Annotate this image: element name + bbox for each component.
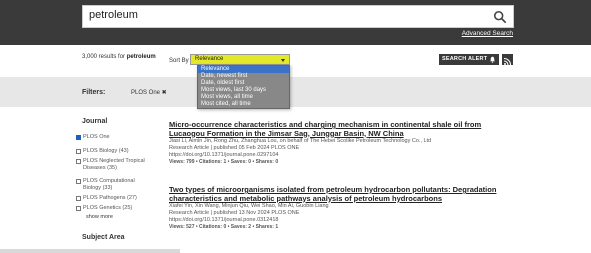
facet-plos-comp-bio[interactable]: PLOS Computational Biology (33): [76, 178, 151, 192]
sort-selected-value: Relevance: [195, 56, 224, 62]
article-item: Two types of microorganisms isolated fro…: [169, 185, 509, 231]
filters-band: Filters: PLOS One ✖: [0, 77, 591, 107]
sort-select[interactable]: Relevance: [190, 54, 290, 65]
checkbox[interactable]: [76, 179, 81, 184]
sort-option-date-newest[interactable]: Date, newest first: [198, 73, 289, 80]
checkbox-checked[interactable]: [76, 135, 81, 140]
search-box[interactable]: [82, 5, 514, 28]
article-item: Micro-occurrence characteristics and cha…: [169, 120, 509, 166]
checkbox[interactable]: [76, 149, 81, 154]
search-icon[interactable]: [493, 10, 507, 24]
rss-button[interactable]: [502, 54, 513, 66]
article-doi[interactable]: https://doi.org/10.1371/journal.pone.029…: [169, 152, 509, 159]
sort-option-date-oldest[interactable]: Date, oldest first: [198, 80, 289, 87]
facet-label: PLOS One: [83, 134, 110, 140]
sort-by-label: Sort By: [169, 58, 189, 64]
article-title-link[interactable]: Micro-occurrence characteristics and cha…: [169, 120, 509, 138]
rss-icon: [503, 57, 512, 66]
article-stats: Views: 527 • Citations: 0 • Saves: 2 • S…: [169, 224, 279, 230]
facet-label: PLOS Computational Biology (33): [83, 178, 135, 191]
facet-label: PLOS Neglected Tropical Diseases (35): [83, 158, 145, 171]
facet-label: PLOS Genetics (25): [83, 205, 133, 211]
advanced-search-link[interactable]: Advanced Search: [462, 30, 513, 37]
article-authors: Jiasi Li, Aimin Jin, Rong Zhu, Zhanghua …: [169, 138, 432, 144]
sort-option-relevance[interactable]: Relevance: [198, 66, 289, 73]
article-published: Research Article | published 13 Nov 2024…: [169, 210, 300, 216]
bell-icon: [490, 56, 495, 63]
checkbox[interactable]: [76, 206, 81, 211]
chevron-down-icon: [281, 59, 285, 62]
checkbox[interactable]: [76, 159, 81, 164]
article-published: Research Article | published 05 Feb 2024…: [169, 145, 300, 151]
article-authors: Xiafei Yin, Xin Wang, Minjun Qiu, Wei Sh…: [169, 203, 329, 209]
results-count: 3,000 results for petroleum: [82, 54, 156, 60]
facet-plos-one[interactable]: PLOS One: [76, 134, 151, 141]
article-title-link[interactable]: Two types of microorganisms isolated fro…: [169, 185, 509, 203]
results-count-text: 3,000 results for: [82, 54, 127, 60]
sort-option-views-30-days[interactable]: Most views, last 30 days: [198, 87, 289, 94]
subject-area-heading: Subject Area: [82, 234, 125, 241]
article-stats: Views: 799 • Citations: 1 • Saves: 0 • S…: [169, 159, 279, 165]
article-doi[interactable]: https://doi.org/10.1371/journal.pone.031…: [169, 217, 509, 224]
search-input[interactable]: [89, 9, 469, 21]
facet-plos-genetics[interactable]: PLOS Genetics (25): [76, 205, 151, 212]
sort-dropdown-menu: Relevance Date, newest first Date, oldes…: [197, 65, 290, 109]
journal-heading: Journal: [82, 118, 108, 125]
checkbox[interactable]: [76, 196, 81, 201]
results-query: petroleum: [126, 54, 156, 60]
search-alert-button[interactable]: SEARCH ALERT: [439, 54, 499, 65]
show-more-link[interactable]: show more: [86, 214, 113, 220]
facet-plos-ntd[interactable]: PLOS Neglected Tropical Diseases (35): [76, 158, 151, 172]
top-search-bar: Advanced Search: [0, 0, 591, 45]
facet-plos-biology[interactable]: PLOS Biology (43): [76, 148, 151, 155]
facet-label: PLOS Biology (43): [83, 148, 129, 154]
filters-label: Filters:: [82, 89, 106, 96]
filter-chip-plos-one[interactable]: PLOS One ✖: [131, 89, 167, 96]
sort-option-views-all-time[interactable]: Most views, all time: [198, 94, 289, 101]
sort-option-cited-all-time[interactable]: Most cited, all time: [198, 101, 289, 108]
horizontal-scrollbar[interactable]: [0, 249, 180, 253]
facet-label: PLOS Pathogens (27): [83, 195, 137, 201]
search-alert-label: SEARCH ALERT: [442, 56, 488, 62]
facet-plos-pathogens[interactable]: PLOS Pathogens (27): [76, 195, 151, 202]
